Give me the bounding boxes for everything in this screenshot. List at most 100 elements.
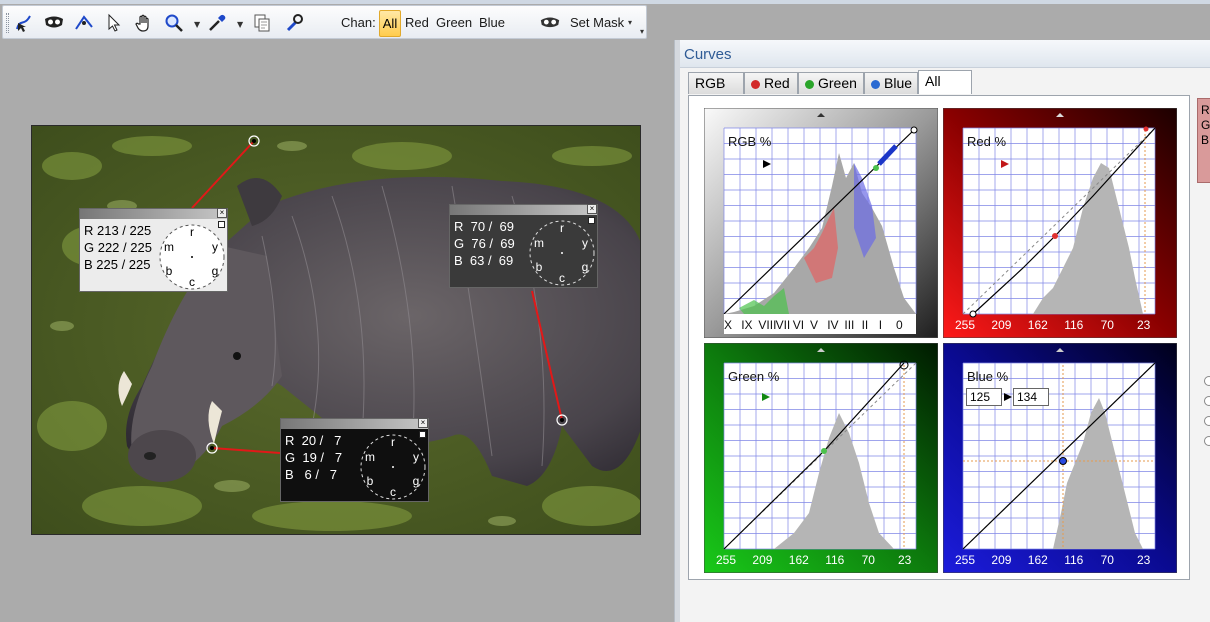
side-panel-stub[interactable]: R G B <box>1197 98 1210 183</box>
tab-label: All <box>925 73 941 89</box>
radio-option-4[interactable] <box>1204 436 1210 446</box>
radio-option-3[interactable] <box>1204 416 1210 426</box>
wheel-r: r <box>560 221 564 235</box>
rgb-curve-panel[interactable]: RGB % X IX VIII VII VI V IV III II I 0 <box>704 108 938 338</box>
arrow-cursor-icon[interactable] <box>103 12 125 34</box>
top-strip <box>0 0 1210 4</box>
magnifier-icon[interactable] <box>163 12 185 34</box>
toolbar: ▼ ▼ Chan: All Red Green Blue Set Mask ▾ … <box>2 5 647 39</box>
warthog-photo[interactable]: × R 213 / 225 G 222 / 225 B 225 / 225 r … <box>31 125 641 535</box>
wheel-r: r <box>190 225 194 239</box>
red-curve-graph[interactable] <box>943 108 1177 338</box>
red-curve-panel[interactable]: Red % 255 209 162 116 70 23 <box>943 108 1177 338</box>
wrench-icon[interactable] <box>283 12 305 34</box>
eyedropper-dropdown-caret[interactable]: ▼ <box>237 20 243 29</box>
green-curve-graph[interactable] <box>704 343 938 573</box>
tab-content-all: RGB % X IX VIII VII VI V IV III II I 0 R… <box>688 95 1190 580</box>
probe-close-button[interactable]: × <box>217 208 227 218</box>
color-wheel: r y g c b m <box>360 434 426 500</box>
set-mask-icon[interactable] <box>539 12 561 34</box>
wheel-r: r <box>391 435 395 449</box>
wheel-b: b <box>367 474 374 488</box>
probe-r-value: R 20 / 7 <box>285 433 342 448</box>
probe-r-value: R 213 / 225 <box>84 223 152 238</box>
mask-icon[interactable] <box>43 12 65 34</box>
side-stub-letter: R <box>1201 103 1210 117</box>
probe-b-value: B 225 / 225 <box>84 257 151 272</box>
tab-rgb[interactable]: RGB <box>688 72 744 94</box>
wheel-g: g <box>413 474 420 488</box>
hand-icon[interactable] <box>133 12 155 34</box>
channel-green-button[interactable]: Green <box>436 15 472 30</box>
tab-label: Blue <box>884 75 913 91</box>
probe-g-value: G 222 / 225 <box>84 240 152 255</box>
tab-all[interactable]: All <box>918 70 972 94</box>
color-wheel: r y g c b m <box>529 220 595 286</box>
probe-pin-button[interactable] <box>588 217 595 224</box>
tab-red[interactable]: Red <box>744 72 798 94</box>
channel-red-button[interactable]: Red <box>405 15 429 30</box>
red-dot-icon <box>751 80 760 89</box>
wheel-g: g <box>212 264 219 278</box>
channel-all-button[interactable]: All <box>379 10 401 37</box>
eyedropper-icon[interactable] <box>206 12 228 34</box>
copy-icon[interactable] <box>251 12 273 34</box>
pen-icon[interactable] <box>73 12 95 34</box>
set-mask-caret[interactable]: ▾ <box>628 18 632 27</box>
wheel-c: c <box>189 275 195 289</box>
probe-close-button[interactable]: × <box>587 204 597 214</box>
wheel-m: m <box>534 236 544 250</box>
probe-titlebar[interactable]: × <box>80 208 227 219</box>
radio-option-2[interactable] <box>1204 396 1210 406</box>
tab-label: Green <box>818 75 857 91</box>
probe-pin-button[interactable] <box>218 221 225 228</box>
panel-title: Curves <box>680 40 1210 68</box>
color-wheel: r y g c b m <box>159 224 225 290</box>
probe-titlebar[interactable]: × <box>450 204 597 215</box>
app-window: ▼ ▼ Chan: All Red Green Blue Set Mask ▾ … <box>0 0 1210 622</box>
tab-blue[interactable]: Blue <box>864 72 918 94</box>
wheel-y: y <box>212 240 218 254</box>
color-probe-2[interactable]: × R 70 / 69 G 76 / 69 B 63 / 69 r y g c … <box>449 204 598 288</box>
toolbar-grip[interactable] <box>6 13 9 33</box>
green-curve-panel[interactable]: Green % 255 209 162 116 70 23 <box>704 343 938 573</box>
blue-input-value[interactable]: 125 <box>966 388 1002 406</box>
side-stub-letter: G <box>1201 118 1210 132</box>
blue-dot-icon <box>871 80 880 89</box>
wheel-y: y <box>582 236 588 250</box>
blue-arrow-icon <box>1004 393 1012 401</box>
zoom-dropdown-caret[interactable]: ▼ <box>194 20 200 29</box>
probe-r-value: R 70 / 69 <box>454 219 514 234</box>
blue-output-value[interactable]: 134 <box>1013 388 1049 406</box>
wheel-b: b <box>536 260 543 274</box>
channel-blue-button[interactable]: Blue <box>479 15 505 30</box>
wheel-c: c <box>559 271 565 285</box>
side-stub-letter: B <box>1201 133 1210 147</box>
curves-panel: Curves RGB Red Green Blue All RGB % X IX… <box>680 40 1210 622</box>
blue-curve-graph[interactable] <box>943 343 1177 573</box>
probe-g-value: G 76 / 69 <box>454 236 515 251</box>
color-probe-3[interactable]: × R 20 / 7 G 19 / 7 B 6 / 7 r y g c b m <box>280 418 429 502</box>
radio-option-1[interactable] <box>1204 376 1210 386</box>
green-dot-icon <box>805 80 814 89</box>
tab-label: RGB <box>695 75 726 91</box>
curve-pointer-icon[interactable] <box>13 12 35 34</box>
tab-label: Red <box>764 75 790 91</box>
probe-pin-button[interactable] <box>419 431 426 438</box>
wheel-y: y <box>413 450 419 464</box>
wheel-b: b <box>166 264 173 278</box>
wheel-c: c <box>390 485 396 499</box>
wheel-g: g <box>582 260 589 274</box>
probe-titlebar[interactable]: × <box>281 418 428 429</box>
color-probe-1[interactable]: × R 213 / 225 G 222 / 225 B 225 / 225 r … <box>79 208 228 292</box>
set-mask-button[interactable]: Set Mask <box>570 15 624 30</box>
image-canvas-area[interactable]: × R 213 / 225 G 222 / 225 B 225 / 225 r … <box>0 40 674 622</box>
tab-green[interactable]: Green <box>798 72 864 94</box>
blue-curve-panel[interactable]: Blue % 125 134 255 209 162 116 70 23 <box>943 343 1177 573</box>
probe-close-button[interactable]: × <box>418 418 428 428</box>
probe-g-value: G 19 / 7 <box>285 450 343 465</box>
wheel-m: m <box>164 240 174 254</box>
rgb-curve-graph[interactable] <box>704 108 938 338</box>
chan-label: Chan: <box>341 15 376 30</box>
toolbar-overflow-caret[interactable]: ▾ <box>640 27 644 36</box>
